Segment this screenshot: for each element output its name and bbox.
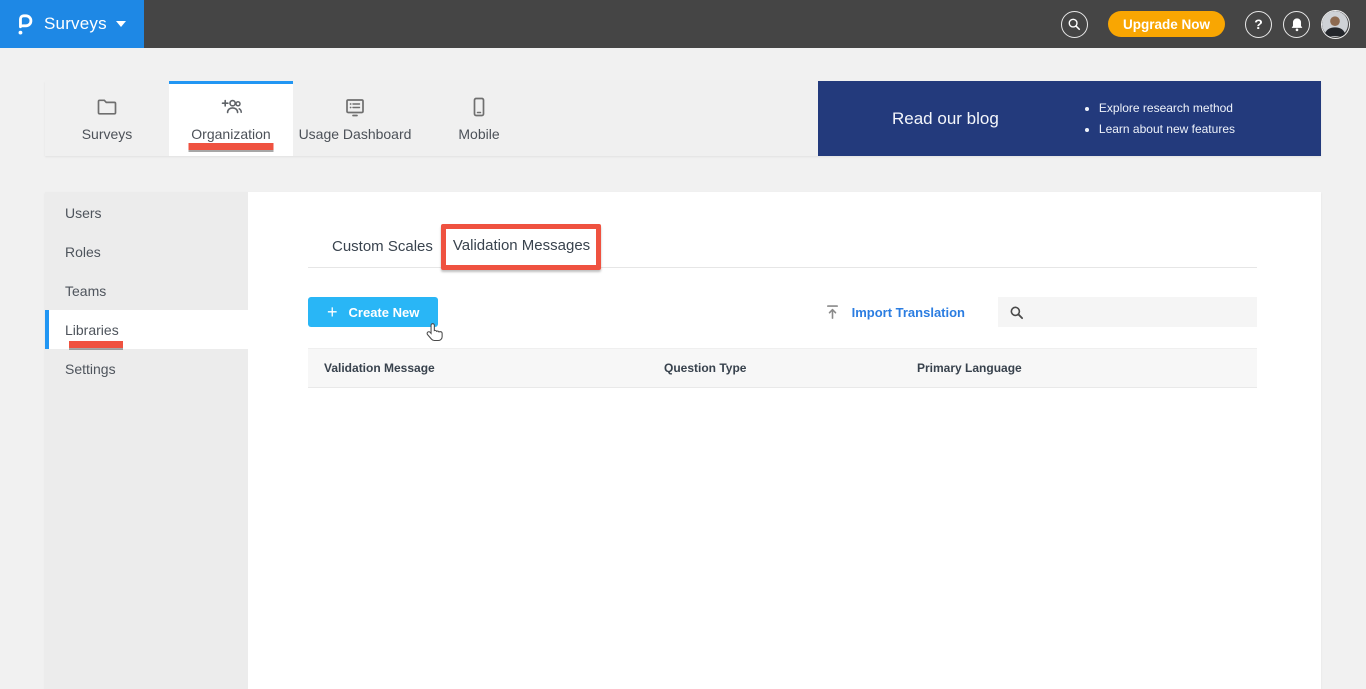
validation-toolbar: + Create New Import Translation [308,297,1257,342]
product-switcher[interactable]: Surveys [0,0,144,48]
sidebar-item-label: Users [65,204,102,221]
topbar: Surveys Upgrade Now ? [0,0,1366,48]
search-icon [1067,17,1081,31]
topbar-actions: Upgrade Now ? [1060,9,1366,39]
nav-tab-organization[interactable]: Organization [169,81,293,156]
plus-icon: + [327,302,338,322]
search-input[interactable] [1032,297,1257,327]
import-translation-label: Import Translation [851,304,965,320]
nav-tab-mobile[interactable]: Mobile [417,81,541,156]
dashboard-icon [343,95,367,119]
search-icon [1009,305,1024,320]
sidebar-item-settings[interactable]: Settings [45,349,248,388]
toolbar-right-group: Import Translation [825,297,1257,327]
questionpro-logo-icon [15,11,35,37]
nav-tab-label: Mobile [458,126,500,142]
create-new-label: Create New [348,304,420,320]
blog-bullet: Learn about new features [1099,122,1235,136]
libraries-content: Custom Scales Validation Messages + Crea… [248,192,1321,689]
organization-sidebar: Users Roles Teams Libraries Settings [45,192,248,689]
validation-table-header: Validation Message Question Type Primary… [308,348,1257,388]
blog-bullet-list: Explore research method Learn about new … [1085,101,1235,136]
create-new-button[interactable]: + Create New [308,297,443,342]
table-search-box[interactable] [998,297,1257,327]
sidebar-item-label: Roles [65,243,101,260]
tab-validation-messages[interactable]: Validation Messages [440,224,602,270]
nav-tab-usage-dashboard[interactable]: Usage Dashboard [293,81,417,156]
sidebar-item-libraries[interactable]: Libraries [45,310,248,349]
nav-tab-label: Organization [191,126,271,142]
organization-panel: Users Roles Teams Libraries Settings Cus… [45,192,1321,689]
sidebar-item-label: Settings [65,360,116,377]
nav-tab-label: Usage Dashboard [298,126,412,142]
sidebar-item-users[interactable]: Users [45,193,248,232]
blog-panel-title: Read our blog [892,108,999,128]
import-upload-icon [825,304,840,320]
upgrade-now-button[interactable]: Upgrade Now [1107,11,1225,37]
folder-icon [95,95,119,119]
question-mark-icon: ? [1254,16,1263,32]
add-people-icon [219,95,243,119]
tab-custom-scales[interactable]: Custom Scales [324,230,441,267]
tab-label: Custom Scales [332,238,433,255]
mobile-icon [467,95,491,119]
nav-tab-label: Surveys [81,126,133,142]
column-header-primary-language: Primary Language [917,361,1022,375]
sidebar-item-label: Teams [65,282,107,299]
search-button[interactable] [1060,10,1088,38]
hand-cursor-icon [425,323,444,344]
workspace-nav: Surveys Organization Usage Dashboard Mob… [45,81,1321,156]
chevron-down-icon [115,21,126,27]
bell-icon [1290,17,1304,32]
sidebar-item-roles[interactable]: Roles [45,232,248,271]
blog-promo-panel[interactable]: Read our blog Explore research method Le… [818,81,1321,156]
library-tabs: Custom Scales Validation Messages [308,224,1257,270]
import-translation-link[interactable]: Import Translation [825,304,965,320]
blog-bullet: Explore research method [1099,101,1235,115]
tab-label: Validation Messages [452,237,591,254]
sidebar-item-label: Libraries [65,321,119,338]
user-avatar[interactable] [1321,9,1350,39]
annotation-underline [69,341,123,348]
column-header-question-type: Question Type [664,361,747,375]
nav-tab-surveys[interactable]: Surveys [45,81,169,156]
column-header-validation-message: Validation Message [324,361,435,375]
notifications-button[interactable] [1283,10,1310,38]
help-button[interactable]: ? [1245,10,1272,38]
sidebar-item-teams[interactable]: Teams [45,271,248,310]
product-name: Surveys [44,14,107,33]
annotation-underline [188,143,274,150]
